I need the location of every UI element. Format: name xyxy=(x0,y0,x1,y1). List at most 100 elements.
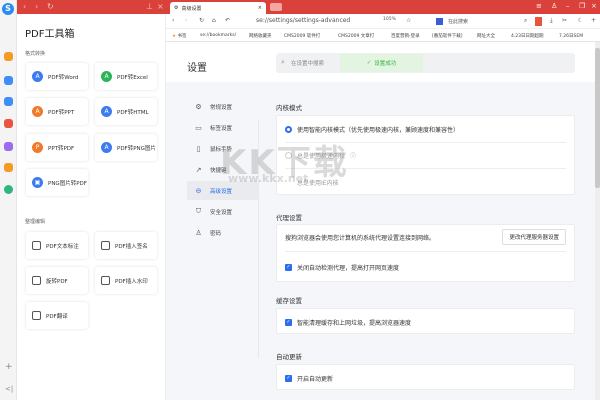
tool-label: PDF转PPT xyxy=(48,109,75,116)
user-icon[interactable] xyxy=(4,185,13,194)
new-tab-button[interactable] xyxy=(270,3,282,11)
scrollbar[interactable] xyxy=(595,42,600,400)
download-icon[interactable]: ⤓ xyxy=(550,17,553,25)
tab-advanced-settings[interactable]: ⚙ 高级设置 × xyxy=(170,2,266,14)
tool-label: 旋转PDF xyxy=(46,278,68,285)
notes-icon[interactable] xyxy=(4,52,13,61)
help-icon[interactable]: ⓘ xyxy=(350,151,356,160)
tool-label: PDF转Excel xyxy=(117,74,148,81)
change-proxy-button[interactable]: 更改代理服务器设置 xyxy=(502,229,566,245)
window-close-icon[interactable]: × xyxy=(591,2,597,10)
url-input[interactable]: se://settings/settings-advanced xyxy=(256,17,350,24)
search-engine-icon[interactable] xyxy=(436,18,443,25)
bookmark-folder[interactable]: 7.26日SEM xyxy=(559,33,583,39)
tool-label: PDF转PNG图片 xyxy=(117,145,156,152)
shield-icon: ⛉ xyxy=(195,207,202,215)
general-icon: ⚙ xyxy=(195,102,202,111)
clock-icon[interactable] xyxy=(4,76,13,85)
refresh-icon[interactable]: ↻ xyxy=(47,2,54,11)
address-bar: ‹ › ↻ ⌂ ↶ se://settings/settings-advance… xyxy=(166,14,600,29)
minimize-icon[interactable]: – xyxy=(566,2,570,10)
checkbox-checked[interactable]: ✓ xyxy=(285,319,292,326)
screenshot-icon[interactable]: ✂ xyxy=(562,17,567,24)
nav-label: 常规设置 xyxy=(210,104,233,111)
bookmark-item[interactable]: [番茄软件下载] xyxy=(432,33,463,39)
proxy-autodetect-option[interactable]: ✓ 关闭自动检测代理，提高打开网页速度 xyxy=(285,263,566,272)
tool-pdf-annotate[interactable]: PDF文本标注 xyxy=(26,232,88,259)
tool-pdf-signature[interactable]: PDF插入签名 xyxy=(95,232,157,259)
save-success-toast: ✓ 设置成功 xyxy=(340,54,423,72)
reload-button[interactable]: ↻ xyxy=(199,17,204,24)
bookmark-item[interactable]: CMS2009 软件打 xyxy=(284,33,320,39)
nav-label: 安全设置 xyxy=(210,209,233,216)
tool-rotate-pdf[interactable]: 旋转PDF xyxy=(26,267,88,294)
signature-icon xyxy=(101,241,110,250)
collapse-icon[interactable]: <| xyxy=(5,385,13,393)
settings-search-input[interactable]: ⌕ 在设置中搜索 ✓ 设置成功 xyxy=(276,53,575,73)
add-icon[interactable]: + xyxy=(5,362,13,372)
zoom-level[interactable]: 105% xyxy=(383,17,396,22)
nav-general[interactable]: ⚙ 常规设置 xyxy=(187,97,258,116)
forward-icon[interactable]: › xyxy=(35,2,38,11)
cache-clean-option[interactable]: ✓ 智能清理缓存和上网垃圾，提高浏览器速度 xyxy=(285,318,566,327)
scrollbar-thumb[interactable] xyxy=(595,48,600,188)
bookmark-item[interactable]: 网络收藏夹 xyxy=(249,33,272,39)
tool-pdf-to-excel[interactable]: A PDF转Excel xyxy=(95,63,157,90)
home-button[interactable]: ⌂ xyxy=(212,17,216,24)
favorite-star-icon[interactable]: ☆ xyxy=(406,17,411,24)
checkbox-checked[interactable]: ✓ xyxy=(285,264,292,271)
tool-pdf-translate[interactable]: PDF翻译 xyxy=(26,302,88,329)
tool-pdf-to-html[interactable]: A PDF转HTML xyxy=(95,98,157,125)
forward-button[interactable]: › xyxy=(185,17,187,24)
option-label: 使用智能内核模式（优先使用极速内核，兼顾速度和兼容性） xyxy=(297,127,460,134)
close-icon[interactable]: × xyxy=(157,2,164,11)
proxy-card: 搜狗浏览器会使用您计算机的系统代理设置连接到网络。 更改代理服务器设置 ✓ 关闭自… xyxy=(276,224,575,282)
menu-icon[interactable]: ≡ xyxy=(536,2,542,10)
auto-update-option[interactable]: ✓ 开启自动更新 xyxy=(285,374,566,383)
tool-label: PDF翻译 xyxy=(46,313,68,320)
nav-password[interactable]: ♙ 密码 xyxy=(187,223,258,242)
bookmark-item[interactable]: se://bookmarks/ xyxy=(200,33,236,38)
bookmark-item[interactable]: ★ 书签 xyxy=(172,33,186,39)
toast-text: 设置成功 xyxy=(374,61,397,67)
pdf-icon[interactable] xyxy=(4,119,13,128)
back-icon[interactable]: ‹ xyxy=(23,2,26,11)
settings-page: 设置 ⌕ 在设置中搜索 ✓ 设置成功 ⚙ 常规设置 ▭ 标签设置 ▯ 鼠标手势 ↗ 快捷键… xyxy=(166,42,595,400)
back-button[interactable]: ‹ xyxy=(172,17,174,24)
search-tool-icon[interactable] xyxy=(4,163,13,172)
bookmark-item[interactable]: CMS2009 文章打 xyxy=(338,33,374,39)
skin-icon[interactable]: ♙ xyxy=(551,2,557,10)
search-box[interactable]: 在此搜索 xyxy=(448,18,468,25)
nav-label: 标签设置 xyxy=(210,125,233,132)
tool-pdf-to-ppt[interactable]: A PDF转PPT xyxy=(26,98,88,125)
search-icon: ⌕ xyxy=(281,58,285,66)
edit-icon[interactable] xyxy=(4,142,13,151)
pin-icon[interactable]: ⊥ xyxy=(146,2,153,11)
checkbox-checked[interactable]: ✓ xyxy=(285,375,292,382)
undo-button[interactable]: ↶ xyxy=(225,17,230,24)
bookmark-item[interactable]: 百度营销-登录 xyxy=(391,33,420,39)
search-icon[interactable]: ⌕ xyxy=(524,17,527,25)
bookmark-folder[interactable]: 4.23日日期超期 xyxy=(511,33,544,39)
maximize-icon[interactable]: ❐ xyxy=(579,2,585,10)
tool-pdf-to-png[interactable]: A PDF转PNG图片 xyxy=(95,134,157,161)
extension-icon[interactable] xyxy=(535,17,542,26)
kernel-option-smart[interactable]: 使用智能内核模式（优先使用极速内核，兼顾速度和兼容性） xyxy=(285,125,566,134)
radio-selected[interactable] xyxy=(285,126,292,133)
tool-png-to-pdf[interactable]: ▣ PNG图片转PDF xyxy=(26,169,88,196)
bookmark-item[interactable]: 网址大全 xyxy=(477,33,495,39)
tool-label: PPT转PDF xyxy=(48,145,75,152)
add-icon[interactable]: + xyxy=(591,17,596,24)
panel-header: ‹ › ↻ ⊥ × xyxy=(17,0,166,14)
kernel-heading: 内核模式 xyxy=(276,104,302,112)
translate-icon xyxy=(32,311,41,320)
nav-security[interactable]: ⛉ 安全设置 xyxy=(187,202,258,221)
close-tab-icon[interactable]: × xyxy=(258,5,262,11)
tool-ppt-to-pdf[interactable]: P PPT转PDF xyxy=(26,134,88,161)
night-mode-icon[interactable]: ☾ xyxy=(578,17,583,24)
game-icon[interactable] xyxy=(4,97,13,106)
tool-label: PDF插入水印 xyxy=(115,278,148,285)
update-card: ✓ 开启自动更新 xyxy=(276,364,575,390)
tool-pdf-to-word[interactable]: A PDF转Word xyxy=(26,63,88,90)
tool-pdf-watermark[interactable]: PDF插入水印 xyxy=(95,267,157,294)
